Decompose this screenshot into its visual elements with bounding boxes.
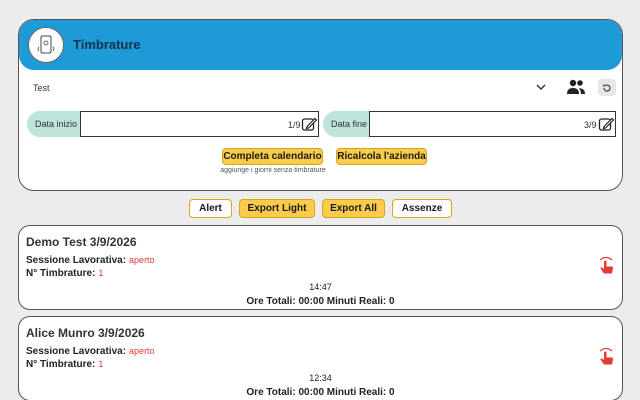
session-label: Sessione Lavorativa: [26,255,127,266]
complete-calendar-hint: aggiunge i giorni senza timbrature [220,167,326,174]
edit-icon[interactable] [301,116,318,133]
edit-icon[interactable] [598,116,615,133]
end-date-input[interactable]: 3/9 [369,111,616,137]
chevron-down-icon[interactable] [535,81,547,93]
export-all-button[interactable]: Export All [322,199,385,218]
session-status: aperto [129,346,155,356]
count-line: N° Timbrature: 1 [26,268,103,279]
filter-panel: Timbrature Test Data inizio 1/9 Data fin… [18,19,623,191]
panel-header: Timbrature [19,20,622,70]
start-date-value: 1/9 [288,120,301,130]
record-card[interactable]: Demo Test 3/9/2026 Sessione Lavorativa: a… [18,225,623,310]
count-value: 1 [98,359,104,369]
start-date-field[interactable]: Data inizio 1/9 [27,111,319,137]
count-value: 1 [98,268,104,278]
end-date-value: 3/9 [584,120,597,130]
session-line: Sessione Lavorativa: aperto [26,346,155,357]
record-title: Alice Munro 3/9/2026 [26,326,145,340]
count-label: N° Timbrature: [26,268,96,279]
record-totals: Ore Totali: 00:00 Minuti Reali: 0 [246,296,395,307]
session-label: Sessione Lavorativa: [26,346,127,357]
end-date-field[interactable]: Data fine 3/9 [323,111,616,137]
phone-timestamp-icon [28,27,64,63]
refresh-icon [603,83,611,92]
page-title: Timbrature [73,37,141,52]
record-card[interactable]: Alice Munro 3/9/2026 Sessione Lavorativa… [18,316,623,400]
absences-button[interactable]: Assenze [392,199,452,218]
record-title: Demo Test 3/9/2026 [26,235,137,249]
people-icon[interactable] [566,79,586,95]
count-line: N° Timbrature: 1 [26,359,103,370]
start-date-label: Data inizio [27,111,83,137]
tap-hand-icon[interactable] [596,256,616,276]
record-totals: Ore Totali: 00:00 Minuti Reali: 0 [246,387,395,398]
complete-calendar-button[interactable]: Completa calendario [222,148,323,165]
end-date-label: Data fine [323,111,373,137]
count-label: N° Timbrature: [26,359,96,370]
tap-hand-icon[interactable] [596,347,616,367]
export-light-button[interactable]: Export Light [239,199,315,218]
recalculate-button[interactable]: Ricalcola l'azienda [336,148,427,165]
record-time: 12:34 [309,373,332,383]
reset-button[interactable] [598,79,616,96]
user-select-value: Test [33,83,50,93]
record-time: 14:47 [309,282,332,292]
alert-button[interactable]: Alert [189,199,232,218]
session-line: Sessione Lavorativa: aperto [26,255,155,266]
session-status: aperto [129,255,155,265]
user-select[interactable]: Test [19,78,622,100]
start-date-input[interactable]: 1/9 [80,111,319,137]
